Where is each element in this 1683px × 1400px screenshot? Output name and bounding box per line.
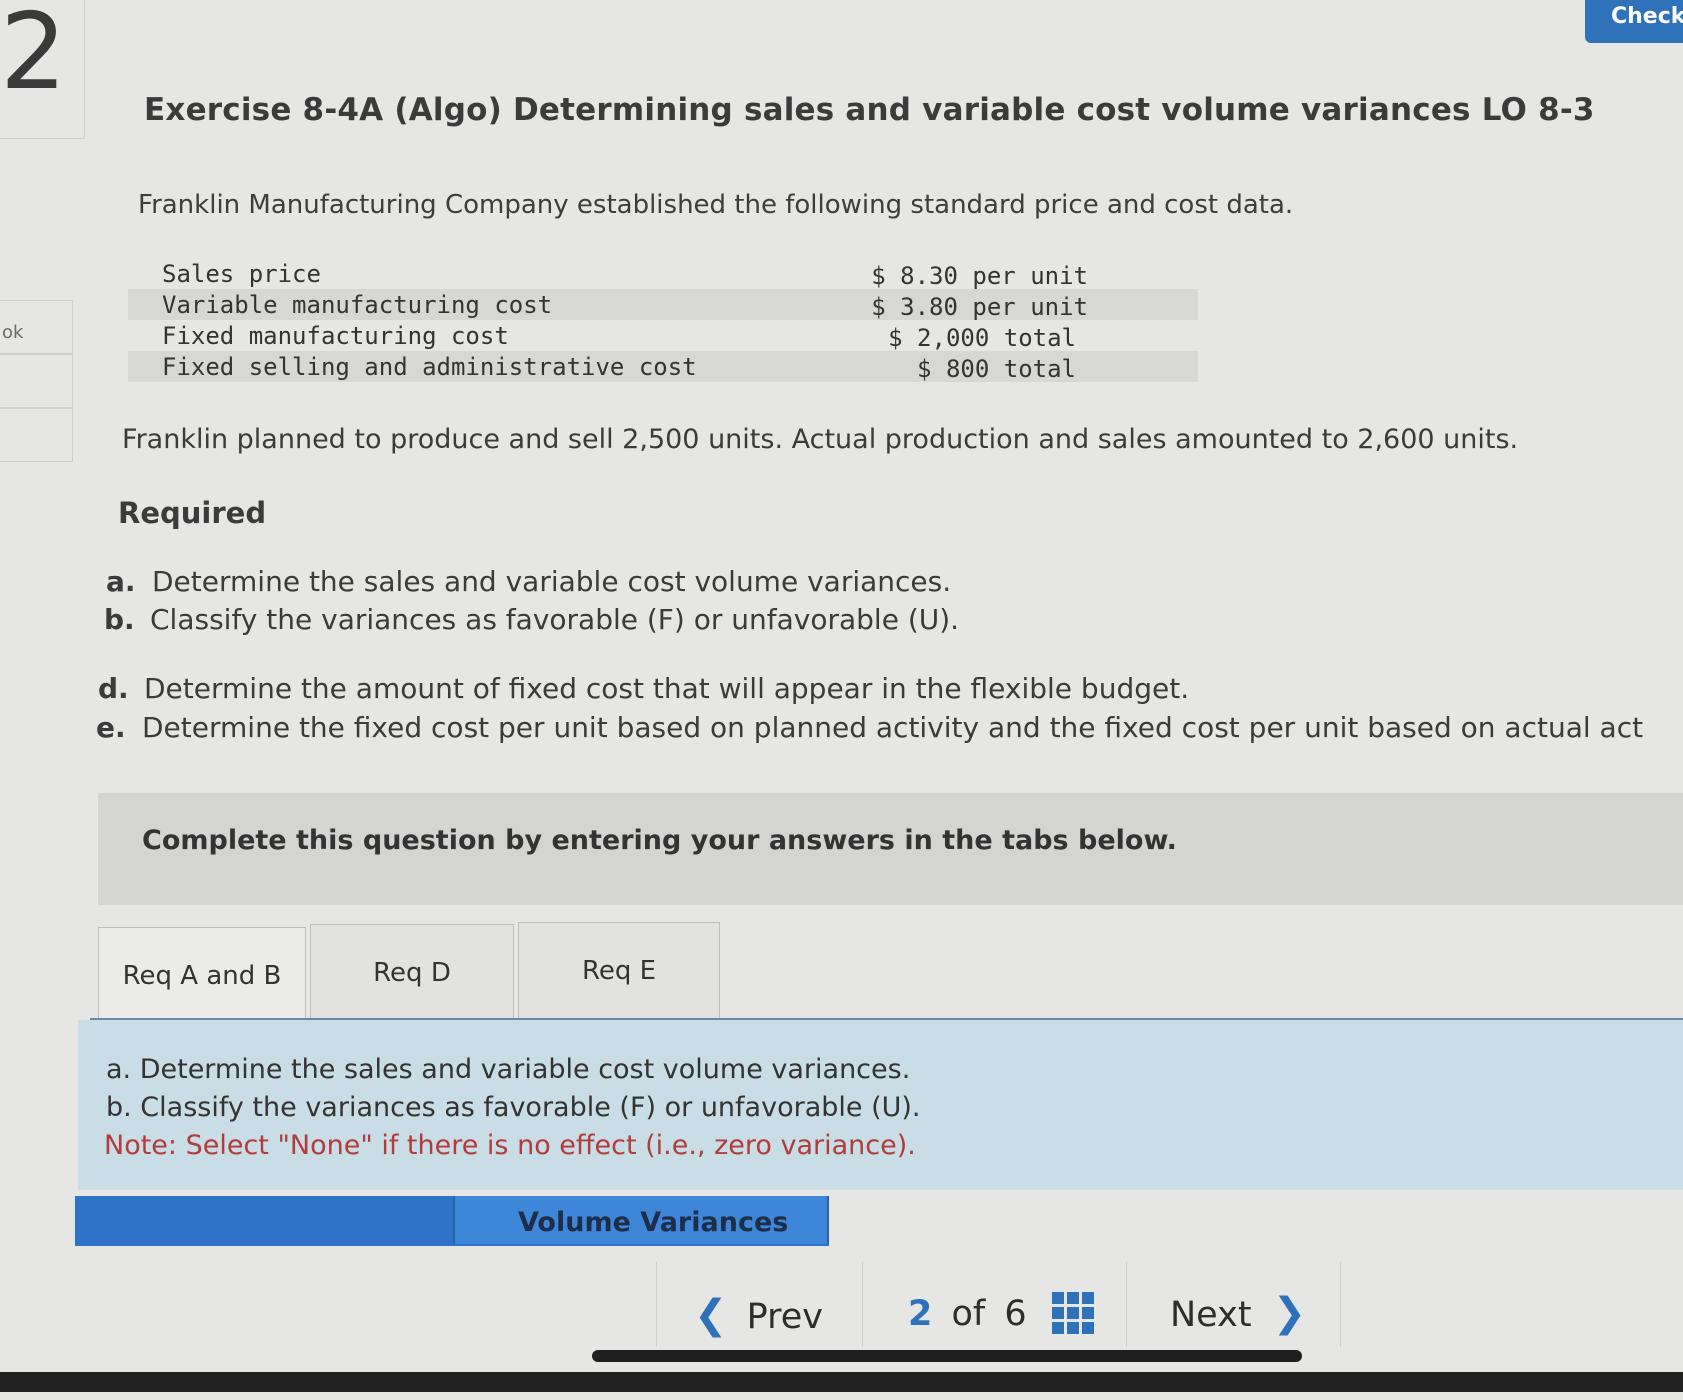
prev-button[interactable]: ❮ Prev (694, 1292, 823, 1338)
cost-label: Sales price (162, 260, 321, 288)
cost-data-table: Sales price $ 8.30 per unit Variable man… (128, 258, 1198, 383)
instruction-text: Complete this question by entering your … (142, 825, 1177, 856)
screen-bottom-edge (0, 1372, 1683, 1392)
answer-line-b: b. Classify the variances as favorable (… (106, 1092, 921, 1123)
left-nav-box[interactable] (0, 354, 73, 408)
planned-activity-text: Franklin planned to produce and sell 2,5… (122, 424, 1519, 455)
nav-divider (656, 1262, 657, 1347)
left-nav-label: ok (2, 322, 24, 343)
question-number: 2 (0, 0, 67, 113)
tab-req-e[interactable]: Req E (518, 922, 720, 1022)
exercise-title: Exercise 8-4A (Algo) Determining sales a… (144, 92, 1595, 128)
requirement-text: Classify the variances as favorable (F) … (150, 603, 960, 636)
requirement-letter: a. (106, 565, 136, 598)
nav-divider (1340, 1262, 1341, 1347)
cost-value: $ 3.80 per unit (871, 293, 1088, 321)
requirement-letter: b. (104, 603, 135, 636)
grid-icon[interactable] (1052, 1292, 1094, 1334)
cost-row: Fixed selling and administrative cost $ … (128, 351, 1198, 383)
cost-value: $ 8.30 per unit (871, 262, 1088, 290)
requirement-item: a. Determine the sales and variable cost … (106, 565, 951, 598)
horizontal-scrollbar[interactable] (592, 1350, 1302, 1362)
next-label: Next (1170, 1295, 1252, 1335)
requirement-letter: d. (98, 672, 129, 705)
next-button[interactable]: Next ❯ (1170, 1290, 1306, 1336)
cost-row: Variable manufacturing cost $ 3.80 per u… (128, 289, 1198, 321)
requirement-item: d. Determine the amount of fixed cost tha… (98, 672, 1189, 705)
answer-note: Note: Select "None" if there is no effec… (104, 1130, 916, 1161)
cost-value: $ 800 total (917, 355, 1076, 383)
requirement-text: Determine the amount of fixed cost that … (144, 672, 1190, 705)
requirement-item: b. Classify the variances as favorable (F… (104, 603, 959, 636)
prev-label: Prev (746, 1297, 823, 1337)
nav-divider (862, 1262, 863, 1347)
cost-label: Fixed selling and administrative cost (162, 353, 697, 381)
total-pages: 6 (1004, 1294, 1027, 1334)
requirement-text: Determine the fixed cost per unit based … (142, 711, 1644, 744)
answer-line-a: a. Determine the sales and variable cost… (106, 1054, 911, 1085)
current-page: 2 (908, 1294, 933, 1334)
requirement-item: e. Determine the fixed cost per unit base… (96, 711, 1683, 744)
requirement-text: Determine the sales and variable cost vo… (152, 565, 952, 598)
chevron-right-icon: ❯ (1272, 1290, 1307, 1336)
tab-req-d[interactable]: Req D (310, 924, 514, 1024)
chevron-left-icon: ❮ (694, 1292, 728, 1338)
page-of: of (951, 1294, 986, 1334)
volume-variances-heading: Volume Variances (518, 1207, 789, 1238)
required-heading: Required (118, 496, 267, 530)
intro-text: Franklin Manufacturing Company establish… (138, 190, 1294, 220)
nav-divider (1126, 1262, 1127, 1347)
cost-value: $ 2,000 total (888, 324, 1076, 352)
cost-row: Fixed manufacturing cost $ 2,000 total (128, 320, 1198, 352)
cost-label: Fixed manufacturing cost (162, 322, 509, 350)
check-button[interactable]: Check (1585, 0, 1683, 43)
cost-row: Sales price $ 8.30 per unit (128, 258, 1198, 290)
requirement-letter: e. (96, 711, 126, 744)
cost-label: Variable manufacturing cost (162, 291, 553, 319)
page-indicator: 2 of 6 (908, 1294, 1027, 1334)
left-nav-box[interactable] (0, 408, 73, 462)
